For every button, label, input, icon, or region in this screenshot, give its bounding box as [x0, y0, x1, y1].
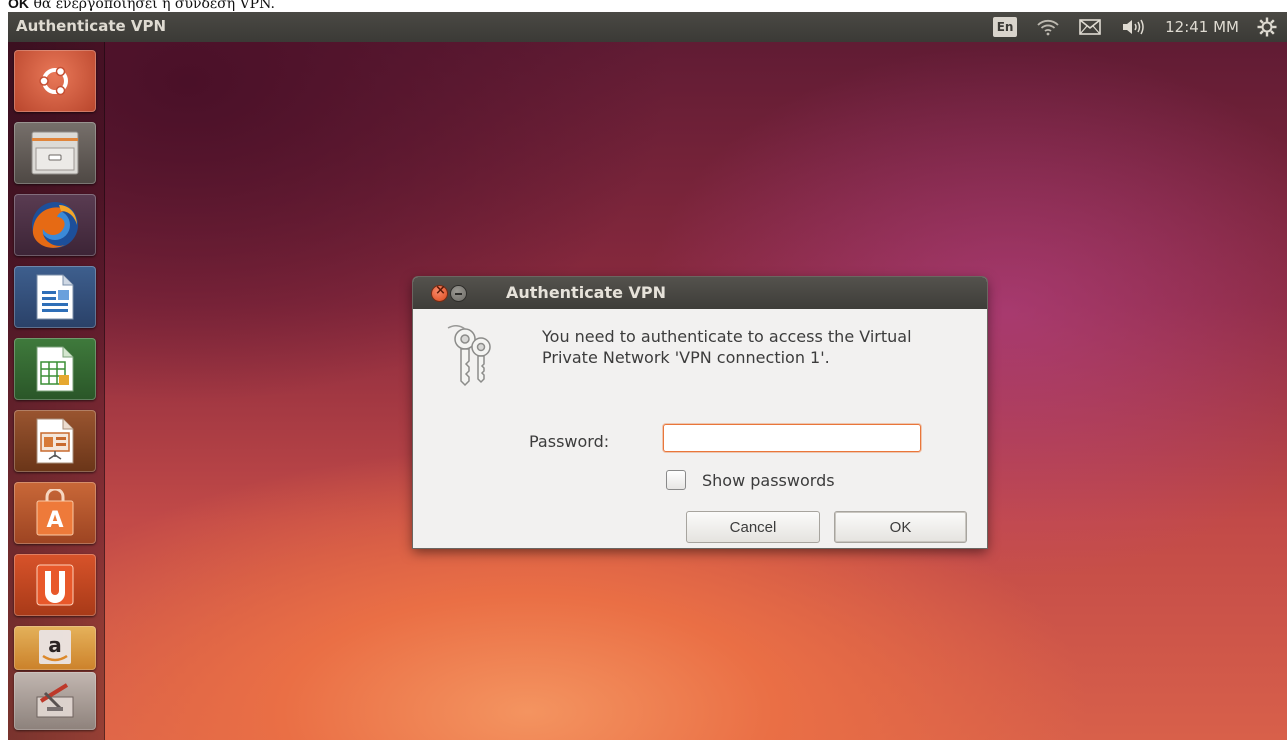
launcher: A a: [8, 42, 105, 740]
show-passwords-checkbox[interactable]: [666, 470, 686, 490]
shopping-bag-icon: A: [36, 489, 74, 536]
svg-text:a: a: [48, 633, 62, 657]
keyboard-language-badge: En: [993, 17, 1018, 37]
caption-text: θα ενεργοποιήσει η σύνδεση VPN.: [29, 0, 275, 12]
launcher-software-center[interactable]: A: [14, 482, 96, 544]
amazon-icon: a: [39, 630, 71, 664]
close-icon[interactable]: [432, 283, 447, 301]
system-settings-icon: [36, 683, 74, 718]
panel-window-title: Authenticate VPN: [16, 17, 167, 35]
launcher-libreoffice-impress[interactable]: [14, 410, 96, 472]
keyboard-indicator[interactable]: En: [993, 17, 1018, 37]
keys-icon: [447, 325, 491, 387]
launcher-amazon[interactable]: a: [14, 626, 96, 670]
launcher-ubuntu-dash[interactable]: [14, 50, 96, 112]
mail-icon[interactable]: [1079, 19, 1101, 35]
ubuntu-one-icon: [36, 564, 74, 606]
launcher-libreoffice-calc[interactable]: [14, 338, 96, 400]
launcher-system-settings[interactable]: [14, 672, 96, 730]
writer-document-icon: [36, 274, 74, 320]
ok-button[interactable]: OK: [834, 511, 967, 543]
launcher-ubuntu-one[interactable]: [14, 554, 96, 616]
cancel-button[interactable]: Cancel: [686, 511, 820, 543]
launcher-libreoffice-writer[interactable]: [14, 266, 96, 328]
dialog-message: You need to authenticate to access the V…: [542, 327, 912, 367]
wifi-icon[interactable]: [1037, 18, 1059, 36]
minimize-icon[interactable]: [451, 286, 466, 301]
authenticate-vpn-dialog: Authenticate VPN You need to authenticat…: [413, 277, 987, 548]
dialog-titlebar[interactable]: Authenticate VPN: [413, 277, 987, 309]
password-label: Password:: [529, 432, 610, 451]
impress-presentation-icon: [36, 418, 74, 464]
desktop-screen: Authenticate VPN En 12:41 MM A a × Authe…: [8, 12, 1287, 740]
show-passwords-label: Show passwords: [702, 470, 835, 490]
settings-gear-icon[interactable]: [1257, 17, 1277, 37]
dialog-title: Authenticate VPN: [506, 283, 667, 302]
svg-text:A: A: [46, 508, 63, 533]
show-passwords-toggle[interactable]: Show passwords: [666, 470, 835, 490]
password-input[interactable]: [663, 424, 921, 452]
volume-icon[interactable]: [1121, 18, 1145, 36]
calc-spreadsheet-icon: [36, 346, 74, 392]
clock-indicator[interactable]: 12:41 MM: [1165, 18, 1239, 36]
launcher-files[interactable]: [14, 122, 96, 184]
top-panel: Authenticate VPN En 12:41 MM: [8, 12, 1287, 42]
indicator-area: En 12:41 MM: [993, 12, 1287, 42]
file-cabinet-icon: [31, 131, 79, 175]
document-caption: OK θα ενεργοποιήσει η σύνδεση VPN.: [8, 0, 275, 12]
firefox-icon: [32, 202, 78, 248]
launcher-firefox[interactable]: [14, 194, 96, 256]
ubuntu-logo-icon: [39, 66, 68, 96]
caption-bold-text: OK: [8, 0, 29, 11]
